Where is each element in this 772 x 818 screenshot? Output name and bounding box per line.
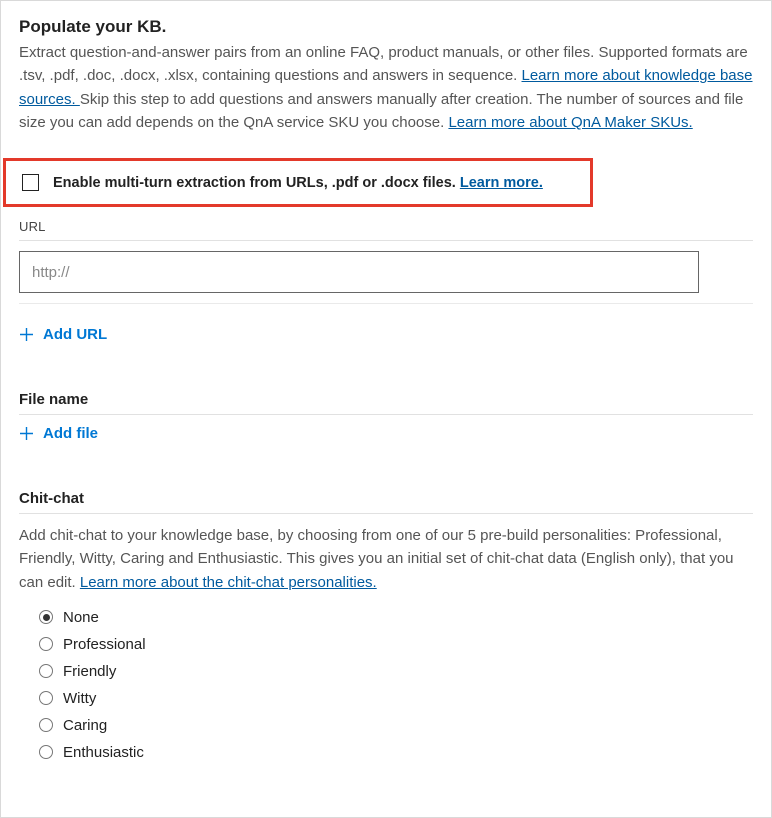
radio-label: Enthusiastic [63, 744, 144, 761]
section-description: Extract question-and-answer pairs from a… [19, 41, 753, 134]
chitchat-radio-none[interactable]: None [39, 604, 753, 631]
add-file-button[interactable]: Add file [19, 425, 98, 442]
radio-icon [39, 745, 53, 759]
radio-icon [39, 718, 53, 732]
multiturn-label-text: Enable multi-turn extraction from URLs, … [53, 175, 460, 191]
chitchat-radio-witty[interactable]: Witty [39, 685, 753, 712]
chitchat-learn-more-link[interactable]: Learn more about the chit-chat personali… [80, 574, 377, 591]
divider [19, 240, 753, 241]
divider [19, 513, 753, 514]
chitchat-description: Add chit-chat to your knowledge base, by… [19, 524, 753, 594]
add-url-label: Add URL [43, 326, 107, 343]
divider [19, 414, 753, 415]
url-field-label: URL [19, 219, 753, 234]
chitchat-radio-friendly[interactable]: Friendly [39, 658, 753, 685]
radio-label: None [63, 609, 99, 626]
radio-icon [39, 637, 53, 651]
multiturn-learn-more-link[interactable]: Learn more. [460, 175, 543, 191]
multiturn-checkbox[interactable] [22, 174, 39, 191]
radio-icon [39, 691, 53, 705]
chitchat-field-label: Chit-chat [19, 490, 753, 507]
divider [19, 303, 753, 304]
file-field-label: File name [19, 391, 753, 408]
radio-icon [39, 610, 53, 624]
section-heading: Populate your KB. [19, 17, 753, 37]
radio-label: Caring [63, 717, 107, 734]
radio-label: Professional [63, 636, 146, 653]
radio-label: Witty [63, 690, 96, 707]
chitchat-radio-enthusiastic[interactable]: Enthusiastic [39, 739, 753, 766]
learn-more-skus-link[interactable]: Learn more about QnA Maker SKUs. [448, 114, 692, 131]
add-url-button[interactable]: Add URL [19, 326, 107, 343]
url-input[interactable] [19, 251, 699, 293]
multiturn-checkbox-label: Enable multi-turn extraction from URLs, … [53, 175, 543, 191]
plus-icon [19, 327, 34, 342]
radio-icon [39, 664, 53, 678]
chitchat-radio-caring[interactable]: Caring [39, 712, 753, 739]
chitchat-radio-professional[interactable]: Professional [39, 631, 753, 658]
multiturn-highlight-box: Enable multi-turn extraction from URLs, … [3, 158, 593, 207]
add-file-label: Add file [43, 425, 98, 442]
plus-icon [19, 426, 34, 441]
radio-label: Friendly [63, 663, 116, 680]
chitchat-radio-group: None Professional Friendly Witty Caring Enthu… [39, 604, 753, 766]
